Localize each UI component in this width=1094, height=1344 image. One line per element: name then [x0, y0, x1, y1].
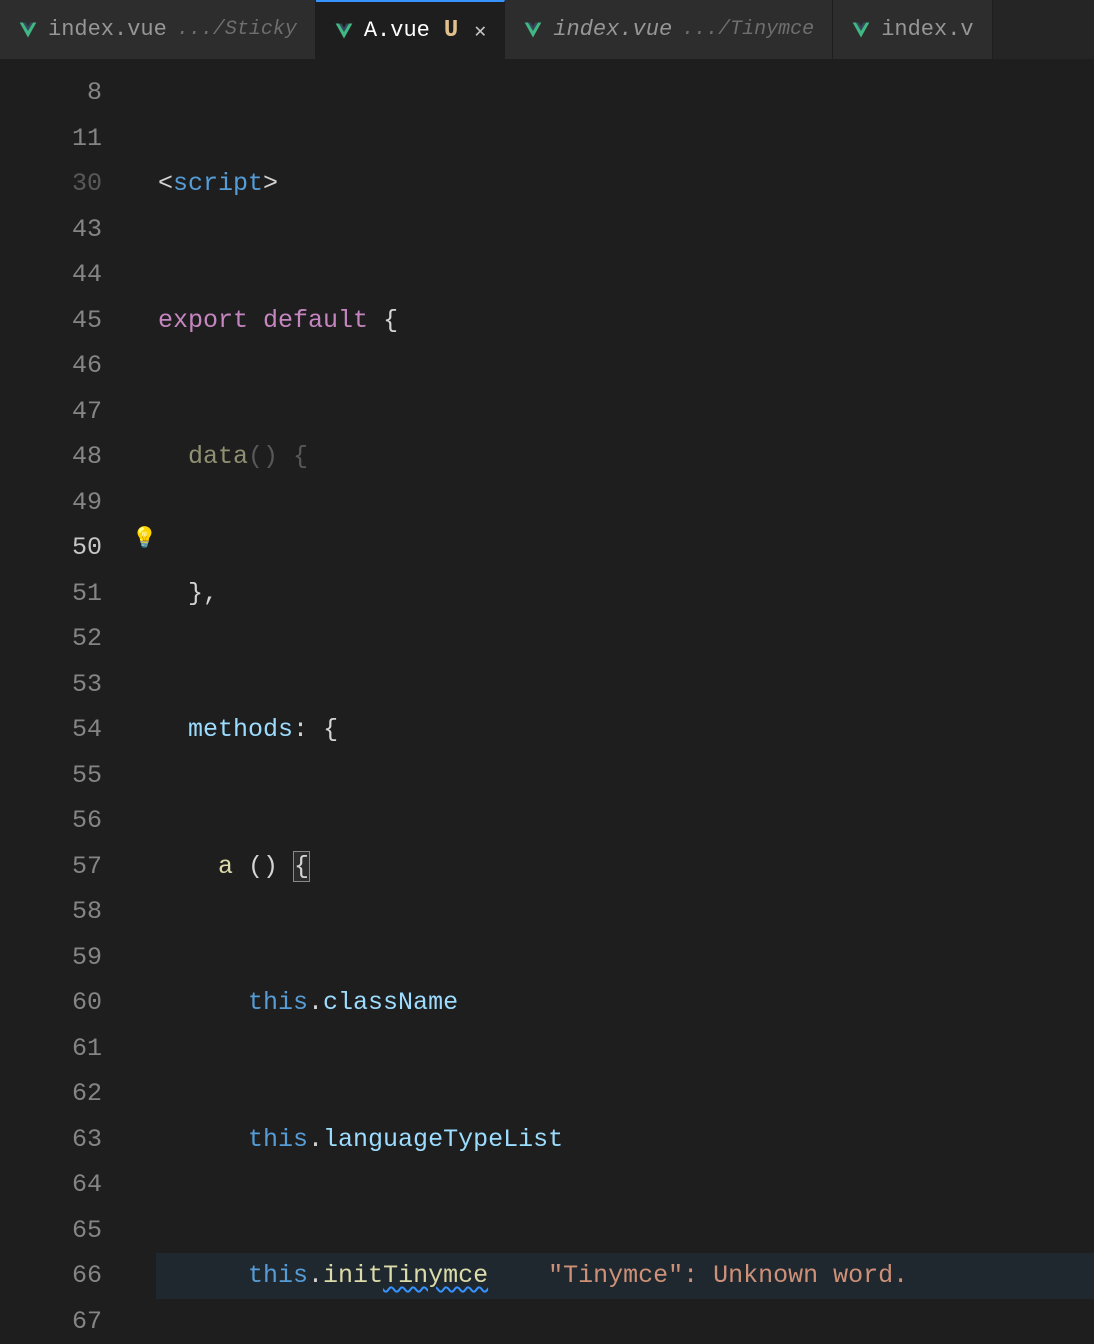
line-number: 44: [0, 252, 130, 298]
tab-modified-indicator: U: [444, 17, 458, 44]
glyph-margin: 💡: [130, 60, 156, 1344]
lint-hint: "Tinymce": Unknown word.: [548, 1261, 908, 1290]
vue-icon: [18, 20, 38, 40]
line-number: 57: [0, 844, 130, 890]
code-line: this.languageTypeList: [156, 1117, 1094, 1163]
line-number: 66: [0, 1253, 130, 1299]
line-number: 54: [0, 707, 130, 753]
line-number: 47: [0, 389, 130, 435]
code-line: <script>: [156, 161, 1094, 207]
line-number: 49: [0, 480, 130, 526]
code-line: this.initTinymce "Tinymce": Unknown word…: [156, 1253, 1094, 1299]
tab-filename: A.vue: [364, 18, 430, 43]
line-number: 60: [0, 980, 130, 1026]
line-number: 45: [0, 298, 130, 344]
line-number: 55: [0, 753, 130, 799]
line-number: 63: [0, 1117, 130, 1163]
tab-index-partial[interactable]: index.v: [833, 0, 992, 59]
code-line: this.className: [156, 980, 1094, 1026]
vue-icon: [334, 21, 354, 41]
tab-path: .../Tinymce: [682, 18, 814, 41]
line-number: 67: [0, 1299, 130, 1344]
vue-icon: [851, 20, 871, 40]
line-number: 46: [0, 343, 130, 389]
line-number: 8: [0, 70, 130, 116]
line-number: 43: [0, 207, 130, 253]
tab-filename: index.vue: [48, 17, 167, 42]
code-line: a () {: [156, 844, 1094, 890]
line-number: 48: [0, 434, 130, 480]
tab-path: .../Sticky: [177, 18, 297, 41]
line-number: 64: [0, 1162, 130, 1208]
line-number: 56: [0, 798, 130, 844]
code-line: export default {: [156, 298, 1094, 344]
vue-icon: [523, 20, 543, 40]
close-icon[interactable]: ✕: [474, 18, 486, 44]
code-editor[interactable]: 8 11 30 43 44 45 46 47 48 49 50 51 52 53…: [0, 60, 1094, 1344]
line-number: 59: [0, 935, 130, 981]
line-number: 53: [0, 662, 130, 708]
tab-index-tinymce[interactable]: index.vue .../Tinymce: [505, 0, 833, 59]
line-number: 62: [0, 1071, 130, 1117]
lightbulb-icon[interactable]: 💡: [132, 525, 157, 551]
editor-tabs: index.vue .../Sticky A.vue U ✕ index.vue…: [0, 0, 1094, 60]
line-number: 11: [0, 116, 130, 162]
line-number: 30: [0, 161, 130, 207]
code-content[interactable]: <script> export default { data() { }, me…: [156, 60, 1094, 1344]
line-number: 65: [0, 1208, 130, 1254]
line-number-gutter: 8 11 30 43 44 45 46 47 48 49 50 51 52 53…: [0, 60, 130, 1344]
code-line: methods: {: [156, 707, 1094, 753]
line-number: 58: [0, 889, 130, 935]
code-line: data() {: [156, 434, 1094, 480]
tab-a-vue[interactable]: A.vue U ✕: [316, 0, 505, 59]
tab-filename: index.vue: [553, 17, 672, 42]
line-number: 50: [0, 525, 130, 571]
tab-index-sticky[interactable]: index.vue .../Sticky: [0, 0, 316, 59]
tab-filename: index.v: [881, 17, 973, 42]
line-number: 61: [0, 1026, 130, 1072]
line-number: 52: [0, 616, 130, 662]
line-number: 51: [0, 571, 130, 617]
code-line: },: [156, 571, 1094, 617]
